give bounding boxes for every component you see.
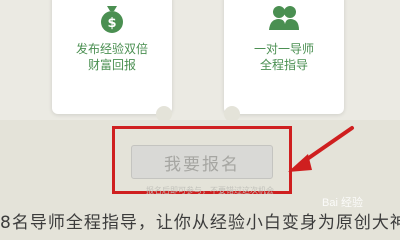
footer-tagline: 8名导师全程指导，让你从经验小白变身为原创大神 <box>0 213 400 232</box>
signup-button[interactable]: 我要报名 <box>131 145 273 179</box>
cta-highlight-box: 我要报名 <box>112 126 292 194</box>
card-notch <box>224 106 240 122</box>
card-title: 一对一导师 <box>253 42 314 56</box>
card-title: 发布经验双倍 <box>75 42 148 56</box>
card-subtitle: 财富回报 <box>87 58 136 72</box>
page-background: $ 发布经验双倍 财富回报 一对一导师 全程指导 我要报名 报名后即可参与，不要… <box>0 0 400 240</box>
money-bag-icon: $ <box>101 6 123 33</box>
feature-card-double-reward: $ 发布经验双倍 财富回报 <box>52 0 172 122</box>
mentor-people-icon <box>269 6 299 30</box>
signup-note: 报名后即可参与，不要错过这次机会 <box>146 186 274 195</box>
pointer-arrow-icon <box>288 126 354 172</box>
card-notch <box>156 106 172 122</box>
svg-text:$: $ <box>107 16 116 31</box>
card-subtitle: 全程指导 <box>259 58 308 72</box>
feature-card-mentor: 一对一导师 全程指导 <box>224 0 344 122</box>
